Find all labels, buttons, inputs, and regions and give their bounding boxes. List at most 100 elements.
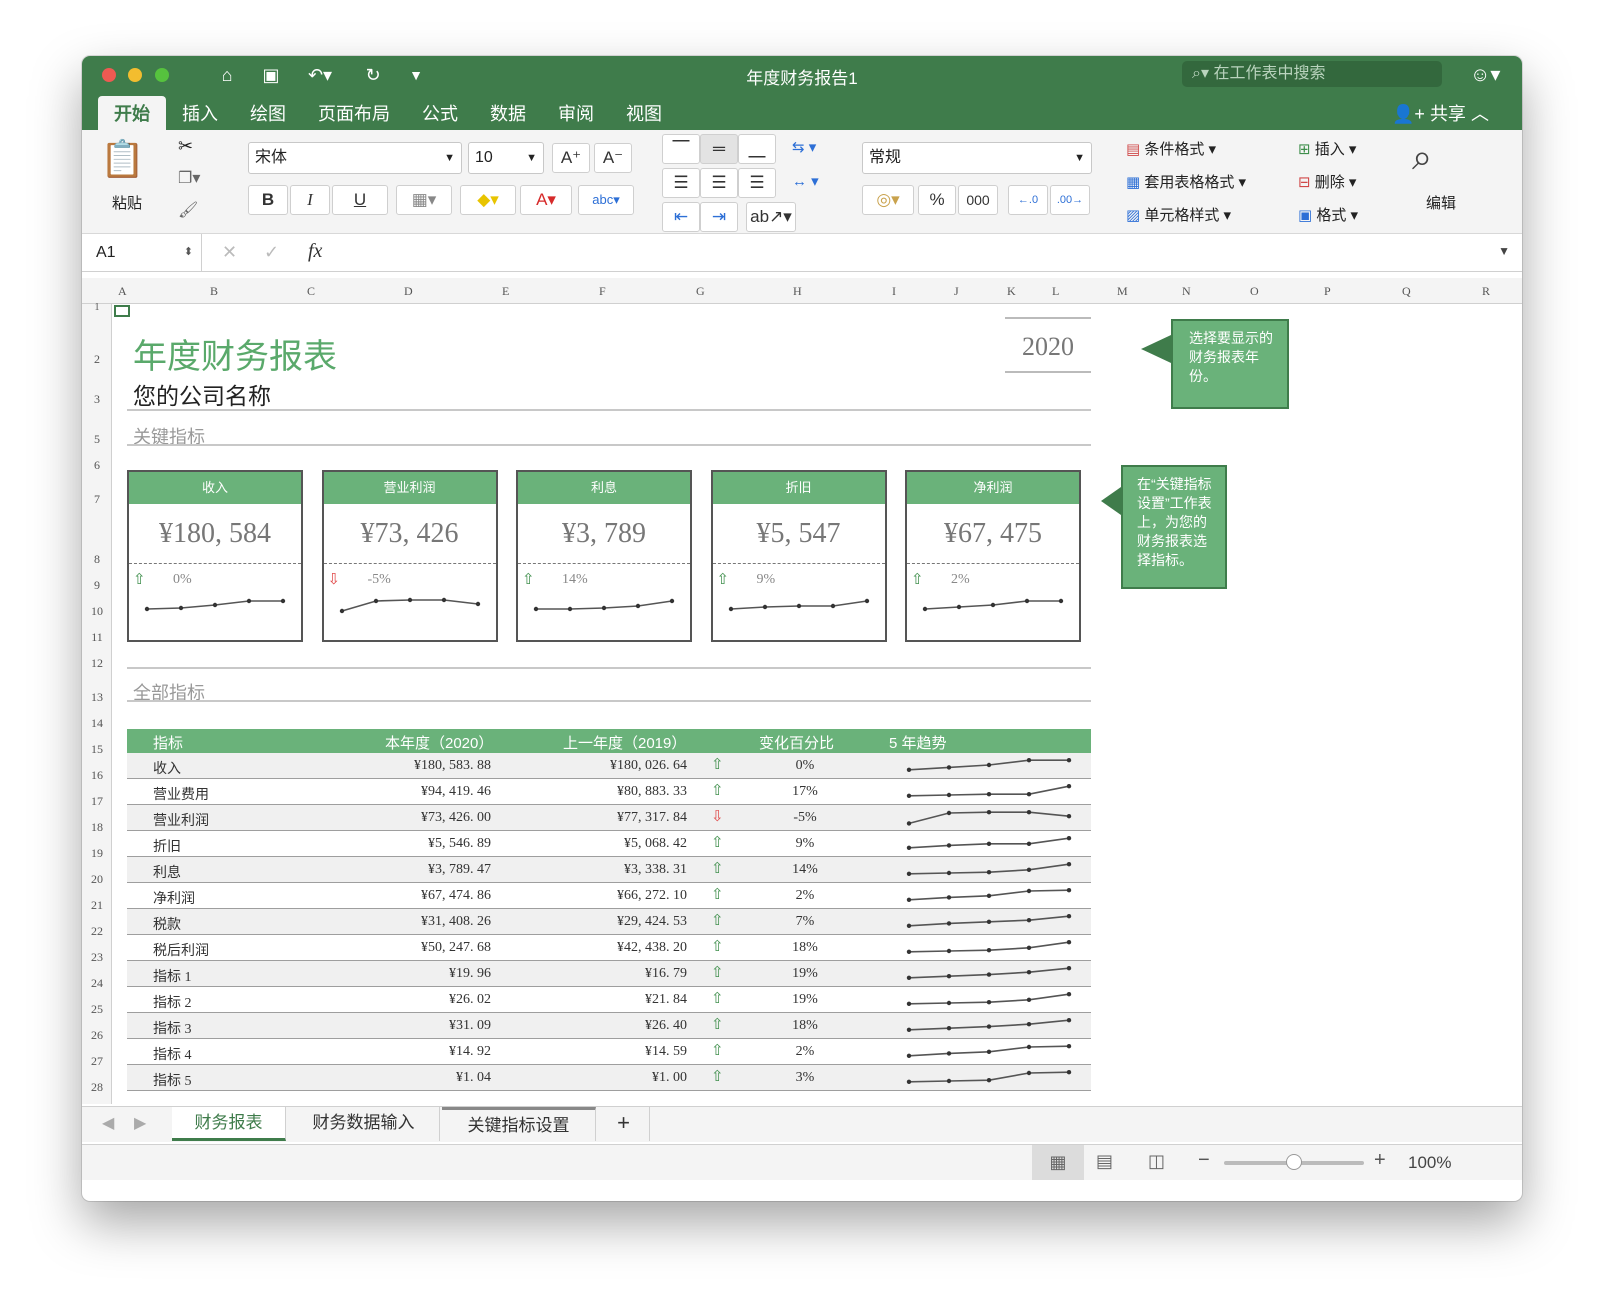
column-header[interactable]: A [118, 284, 127, 299]
grow-font-button[interactable]: A⁺ [552, 143, 590, 173]
table-row[interactable]: 指标 5 ¥1. 04 ¥1. 00 ⇧ 3% [127, 1065, 1091, 1091]
table-row[interactable]: 指标 1 ¥19. 96 ¥16. 79 ⇧ 19% [127, 961, 1091, 987]
row-header[interactable]: 8 [82, 552, 112, 567]
wrap-text-icon[interactable]: ⇆ ▾ [792, 138, 816, 156]
sheet-tab-kpi-settings[interactable]: 关键指标设置 [442, 1107, 596, 1141]
accounting-format-button[interactable]: ◎▾ [862, 185, 914, 215]
table-row[interactable]: 税后利润 ¥50, 247. 68 ¥42, 438. 20 ⇧ 18% [127, 935, 1091, 961]
row-header[interactable]: 15 [82, 742, 112, 757]
prev-sheet-icon[interactable]: ◀ [102, 1113, 114, 1133]
sheet-tab-financial-report[interactable]: 财务报表 [172, 1107, 286, 1141]
orientation-button[interactable]: ab↗▾ [746, 202, 796, 232]
row-header[interactable]: 20 [82, 872, 112, 887]
enter-icon[interactable]: ✓ [264, 242, 279, 263]
zoom-in-button[interactable]: + [1374, 1149, 1386, 1172]
table-row[interactable]: 指标 2 ¥26. 02 ¥21. 84 ⇧ 19% [127, 987, 1091, 1013]
search-magnifier-icon[interactable]: ⌕ [1412, 136, 1432, 179]
column-header[interactable]: D [404, 284, 413, 299]
decrease-indent-button[interactable]: ⇤ [662, 202, 700, 232]
tab-draw[interactable]: 绘图 [234, 96, 302, 130]
number-format-select[interactable]: 常规 ▼ [862, 142, 1092, 174]
insert-cells-button[interactable]: ⊞ 插入 ▾ [1298, 138, 1356, 159]
customize-toolbar-icon[interactable]: ▼ [404, 62, 428, 88]
formula-input[interactable] [344, 238, 1504, 268]
insert-function-button[interactable]: fx [308, 240, 322, 263]
row-header[interactable]: 6 [82, 458, 112, 473]
underline-button[interactable]: U [332, 185, 388, 215]
undo-icon[interactable]: ↶▾ [300, 62, 340, 88]
shrink-font-button[interactable]: A⁻ [594, 143, 632, 173]
row-header[interactable]: 21 [82, 898, 112, 913]
home-icon[interactable]: ⌂ [212, 62, 242, 88]
row-header[interactable]: 2 [82, 352, 112, 367]
table-row[interactable]: 营业利润 ¥73, 426. 00 ¥77, 317. 84 ⇩ -5% [127, 805, 1091, 831]
worksheet-grid[interactable]: 年度财务报表 您的公司名称 2020 选择要显示的财务报表年份。 关键指标 在“… [113, 305, 1522, 1105]
page-break-view-icon[interactable]: ◫ [1148, 1151, 1165, 1172]
font-name-select[interactable]: 宋体 ▼ [248, 142, 462, 174]
active-cell-a1[interactable] [114, 305, 130, 317]
column-header[interactable]: Q [1402, 284, 1411, 299]
merge-center-icon[interactable]: ↔ ▾ [792, 172, 819, 190]
column-header[interactable]: F [599, 284, 606, 299]
column-header[interactable]: M [1117, 284, 1128, 299]
column-header[interactable]: K [1007, 284, 1016, 299]
row-header[interactable]: 18 [82, 820, 112, 835]
font-size-select[interactable]: 10 ▼ [468, 142, 544, 174]
save-icon[interactable]: ▣ [256, 62, 286, 88]
align-left-button[interactable]: ☰ [662, 168, 700, 198]
table-row[interactable]: 净利润 ¥67, 474. 86 ¥66, 272. 10 ⇧ 2% [127, 883, 1091, 909]
align-top-button[interactable]: ⎺ [662, 134, 700, 164]
row-header[interactable]: 3 [82, 392, 112, 407]
delete-cells-button[interactable]: ⊟ 删除 ▾ [1298, 171, 1356, 192]
row-header[interactable]: 28 [82, 1080, 112, 1095]
align-middle-button[interactable]: ═ [700, 134, 738, 164]
row-header[interactable]: 10 [82, 604, 112, 619]
text-effects-button[interactable]: abc▾ [578, 185, 634, 215]
increase-indent-button[interactable]: ⇥ [700, 202, 738, 232]
table-row[interactable]: 指标 3 ¥31. 09 ¥26. 40 ⇧ 18% [127, 1013, 1091, 1039]
tab-review[interactable]: 审阅 [542, 96, 610, 130]
tab-page-layout[interactable]: 页面布局 [302, 96, 406, 130]
row-header[interactable]: 1 [82, 302, 112, 313]
row-header[interactable]: 13 [82, 690, 112, 705]
row-header[interactable]: 11 [82, 630, 112, 645]
report-year-selector[interactable]: 2020 [1005, 317, 1091, 373]
column-header[interactable]: I [892, 284, 896, 299]
cut-icon[interactable]: ✂ [178, 136, 193, 157]
zoom-slider-thumb[interactable] [1286, 1154, 1302, 1170]
increase-decimal-button[interactable]: ←.0 [1008, 185, 1048, 215]
row-header[interactable]: 26 [82, 1028, 112, 1043]
table-row[interactable]: 折旧 ¥5, 546. 89 ¥5, 068. 42 ⇧ 9% [127, 831, 1091, 857]
column-header[interactable]: C [307, 284, 315, 299]
table-row[interactable]: 收入 ¥180, 583. 88 ¥180, 026. 64 ⇧ 0% [127, 753, 1091, 779]
table-row[interactable]: 指标 4 ¥14. 92 ¥14. 59 ⇧ 2% [127, 1039, 1091, 1065]
sheet-search-input[interactable]: ⌕▾ 在工作表中搜索 [1182, 61, 1442, 87]
column-header[interactable]: P [1324, 284, 1331, 299]
column-header[interactable]: L [1052, 284, 1059, 299]
zoom-slider[interactable] [1224, 1154, 1364, 1170]
bold-button[interactable]: B [248, 185, 288, 215]
align-center-button[interactable]: ☰ [700, 168, 738, 198]
row-header[interactable]: 7 [82, 492, 112, 507]
tab-formulas[interactable]: 公式 [406, 96, 474, 130]
share-button[interactable]: 👤+ 共享 ︿ [1392, 100, 1489, 126]
conditional-format-button[interactable]: ▤ 条件格式 ▾ [1126, 138, 1216, 159]
table-row[interactable]: 税款 ¥31, 408. 26 ¥29, 424. 53 ⇧ 7% [127, 909, 1091, 935]
row-header[interactable]: 25 [82, 1002, 112, 1017]
zoom-out-button[interactable]: − [1198, 1149, 1210, 1172]
column-header[interactable]: N [1182, 284, 1191, 299]
column-header[interactable]: R [1482, 284, 1490, 299]
format-cells-button[interactable]: ▣ 格式 ▾ [1298, 204, 1358, 225]
row-header[interactable]: 16 [82, 768, 112, 783]
tab-view[interactable]: 视图 [610, 96, 678, 130]
row-header[interactable]: 14 [82, 716, 112, 731]
row-header[interactable]: 24 [82, 976, 112, 991]
page-layout-view-icon[interactable]: ▤ [1096, 1151, 1113, 1172]
row-header[interactable]: 9 [82, 578, 112, 593]
fill-color-button[interactable]: ◆▾ [460, 185, 516, 215]
column-header[interactable]: J [954, 284, 959, 299]
table-row[interactable]: 利息 ¥3, 789. 47 ¥3, 338. 31 ⇧ 14% [127, 857, 1091, 883]
column-header[interactable]: O [1250, 284, 1259, 299]
column-header[interactable]: G [696, 284, 705, 299]
tab-insert[interactable]: 插入 [166, 96, 234, 130]
